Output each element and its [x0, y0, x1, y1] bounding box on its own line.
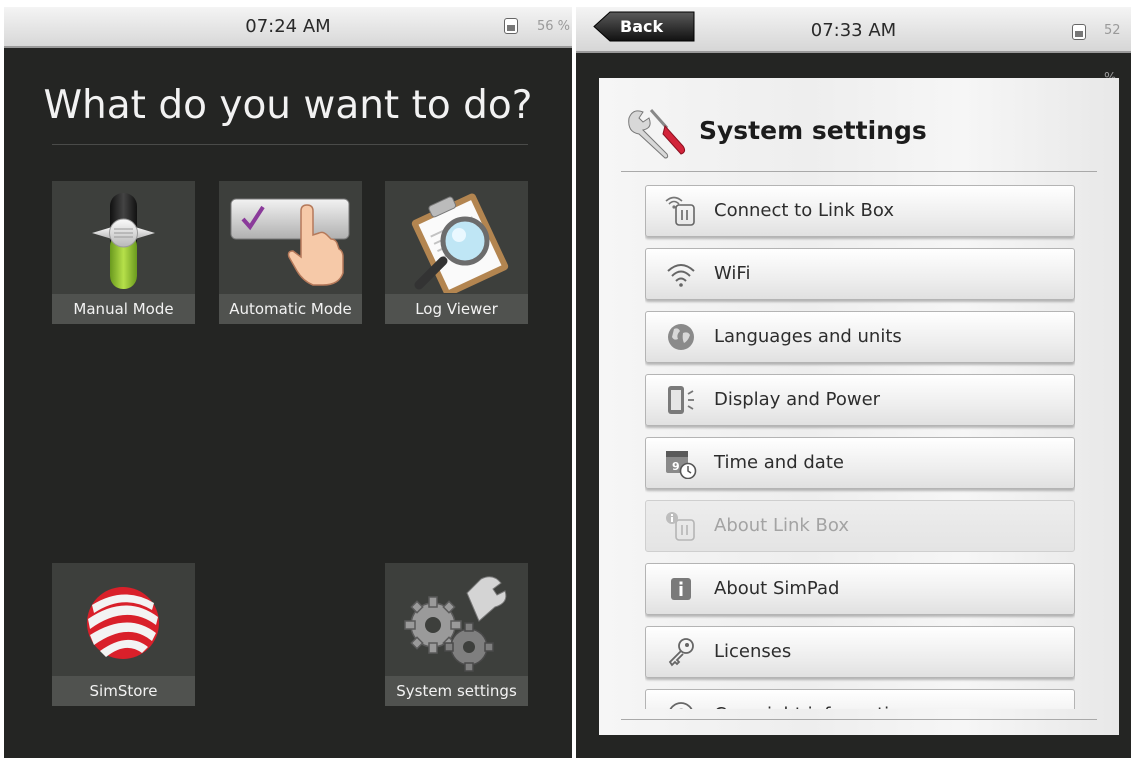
- tile-automatic-mode[interactable]: Automatic Mode: [219, 181, 362, 324]
- battery-icon: [504, 18, 518, 34]
- link-box-info-icon: [666, 512, 695, 541]
- screwdriver-wrench-icon: [628, 109, 686, 159]
- wifi-icon: [667, 264, 695, 287]
- copyright-icon: [669, 702, 693, 709]
- page-heading: What do you want to do?: [43, 83, 533, 128]
- battery-percent: 56 %: [537, 19, 571, 34]
- battery-icon: [1072, 24, 1086, 40]
- menu-item-label: Connect to Link Box: [714, 200, 894, 221]
- menu-item-wifi[interactable]: WiFi: [645, 248, 1075, 300]
- menu-item-label: Licenses: [714, 641, 792, 662]
- tile-label: System settings: [385, 676, 528, 706]
- menu-item-label: About SimPad: [714, 578, 840, 599]
- tile-label: SimStore: [52, 676, 195, 706]
- tile-simstore[interactable]: SimStore: [52, 563, 195, 706]
- globe-icon: [668, 324, 694, 350]
- menu-item-display-power[interactable]: Display and Power: [645, 374, 1075, 426]
- battery-percent: 52 %: [1104, 23, 1121, 86]
- menu-item-label: Display and Power: [714, 389, 881, 410]
- heading-divider: [52, 144, 528, 145]
- menu-item-copyright-information[interactable]: Copyright information: [645, 689, 1075, 709]
- menu-item-label: About Link Box: [714, 515, 849, 536]
- calendar-clock-icon: 9: [666, 451, 697, 479]
- settings-menu[interactable]: Connect to Link Box WiFi Languages and u: [645, 185, 1075, 709]
- home-screen: 07:24 AM 56 % What do you want to do? Ma…: [4, 7, 572, 758]
- menu-item-languages-units[interactable]: Languages and units: [645, 311, 1075, 363]
- hand-press-check-icon: [230, 198, 350, 286]
- menu-item-about-link-box[interactable]: About Link Box: [645, 500, 1075, 552]
- tile-log-viewer[interactable]: Log Viewer: [385, 181, 528, 324]
- menu-item-time-date[interactable]: 9 Time and date: [645, 437, 1075, 489]
- tile-system-settings[interactable]: System settings: [385, 563, 528, 706]
- key-icon: [668, 638, 694, 667]
- display-brightness-icon: [668, 386, 694, 414]
- status-bar: 07:24 AM 56 %: [4, 7, 572, 48]
- bottom-divider: [621, 719, 1097, 720]
- link-box-signal-icon: [665, 196, 695, 226]
- svg-text:9: 9: [672, 460, 680, 473]
- menu-item-label: WiFi: [714, 263, 751, 284]
- title-divider: [621, 171, 1097, 172]
- system-settings-screen: Back 07:33 AM 52 % System settings Conne…: [576, 7, 1131, 758]
- info-icon: [671, 578, 691, 600]
- tile-manual-mode[interactable]: Manual Mode: [52, 181, 195, 324]
- tile-label: Automatic Mode: [219, 294, 362, 324]
- menu-item-label: Copyright information: [714, 690, 912, 709]
- status-time: 07:33 AM: [810, 20, 897, 41]
- menu-item-licenses[interactable]: Licenses: [645, 626, 1075, 678]
- menu-item-connect-link-box[interactable]: Connect to Link Box: [645, 185, 1075, 237]
- simstore-logo-icon: [87, 587, 159, 659]
- status-bar: Back 07:33 AM 52 %: [576, 7, 1131, 86]
- settings-panel: System settings Connect to Link Box WiFi…: [599, 78, 1119, 735]
- tile-label: Log Viewer: [385, 294, 528, 324]
- page-title: System settings: [699, 116, 927, 145]
- menu-item-label: Time and date: [714, 452, 844, 473]
- tile-label: Manual Mode: [52, 294, 195, 324]
- toggle-switch-icon: [92, 193, 155, 289]
- menu-item-label: Languages and units: [714, 326, 902, 347]
- status-time: 07:24 AM: [245, 16, 331, 37]
- gears-wrench-icon: [404, 576, 507, 672]
- clipboard-magnifier-icon: [411, 193, 509, 293]
- menu-item-about-simpad[interactable]: About SimPad: [645, 563, 1075, 615]
